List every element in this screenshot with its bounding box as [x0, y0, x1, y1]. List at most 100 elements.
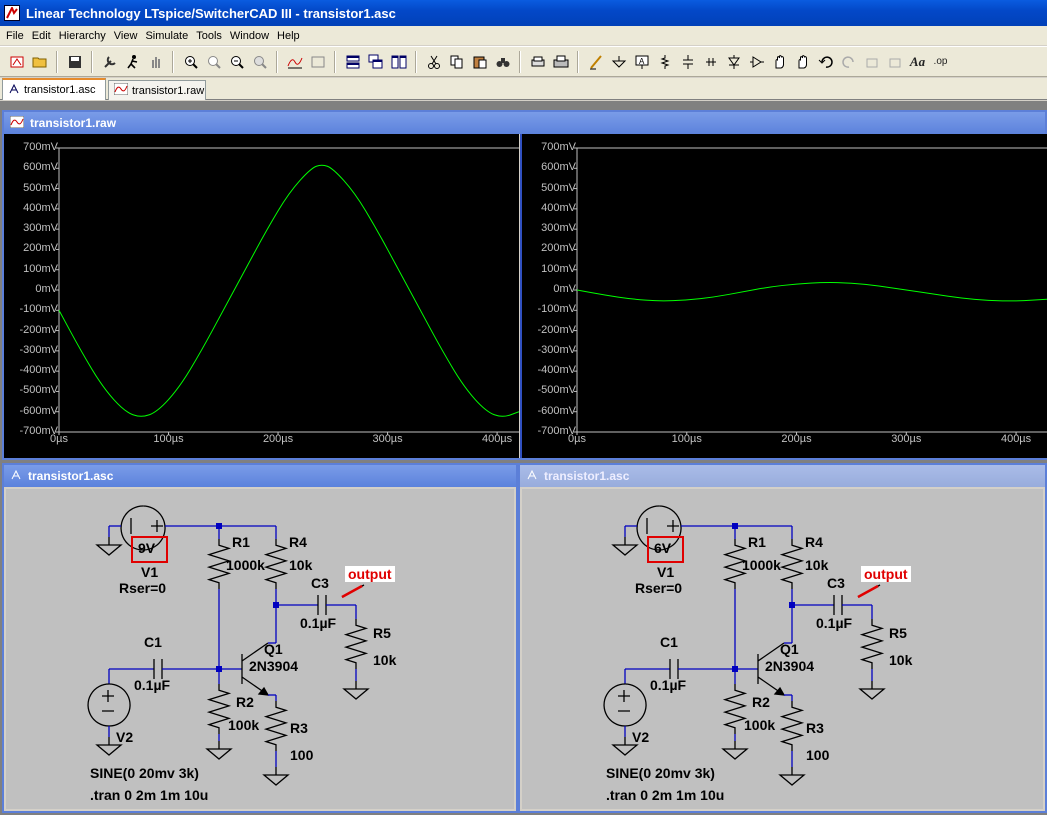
resistor-r4[interactable] [779, 539, 805, 589]
zoom-out-icon[interactable] [226, 51, 247, 72]
resistor-icon[interactable] [654, 51, 675, 72]
mirror-icon[interactable] [884, 51, 905, 72]
resistor-r3[interactable] [779, 701, 805, 751]
capacitor-c1[interactable] [669, 659, 679, 679]
drag-icon[interactable] [792, 51, 813, 72]
ground-symbol[interactable] [858, 681, 886, 700]
v2-polarity-mark[interactable] [102, 690, 114, 712]
open-icon[interactable] [6, 51, 27, 72]
save-icon[interactable] [64, 51, 85, 72]
menu-bar: File Edit Hierarchy View Simulate Tools … [0, 26, 1047, 45]
resistor-r5[interactable] [343, 619, 369, 669]
v2-source-symbol[interactable] [603, 683, 647, 727]
capacitor-c3[interactable] [833, 595, 843, 615]
menu-tools[interactable]: Tools [192, 30, 226, 42]
redo-icon[interactable] [838, 51, 859, 72]
trace-line[interactable] [576, 282, 1047, 302]
tab-waveform[interactable]: transistor1.raw [108, 80, 206, 100]
component-icon[interactable] [746, 51, 767, 72]
ground-icon[interactable] [608, 51, 629, 72]
menu-help[interactable]: Help [273, 30, 304, 42]
menu-hierarchy[interactable]: Hierarchy [55, 30, 110, 42]
schematic-canvas[interactable]: 6V V1 Rser=0 R1 1000k R4 10k C3 0.1µF output R5 10k… [522, 489, 1043, 809]
zoom-fit-icon[interactable] [249, 51, 270, 72]
run-icon[interactable] [122, 51, 143, 72]
diode-icon[interactable] [723, 51, 744, 72]
resistor-r4[interactable] [263, 539, 289, 589]
r3-name: R3 [806, 720, 824, 736]
resistor-r5[interactable] [859, 619, 885, 669]
paste-icon[interactable] [469, 51, 490, 72]
toolbar-separator [56, 50, 58, 73]
ground-symbol[interactable] [262, 767, 290, 786]
autorange-icon[interactable] [284, 51, 305, 72]
r2-name: R2 [752, 694, 770, 710]
schematic-window-2: transistor1.asc 6V V1 Rser=0 R1 1000k R4 10k C3… [518, 463, 1047, 813]
tab-schematic[interactable]: transistor1.asc [2, 78, 106, 100]
ground-symbol[interactable] [205, 741, 233, 760]
tab-label: transistor1.raw [132, 84, 205, 97]
r1-value: 1000k [226, 557, 265, 573]
schematic-window-title[interactable]: transistor1.asc [4, 465, 516, 487]
tile-vertical-icon[interactable] [388, 51, 409, 72]
v2-source-symbol[interactable] [87, 683, 131, 727]
print-icon[interactable] [550, 51, 571, 72]
plot-pane-2[interactable]: 700mV 600mV 500mV 400mV 300mV 200mV 100mV 0mV -1… [520, 134, 1047, 458]
document-tabs: transistor1.asc transistor1.raw [0, 78, 1047, 100]
print-preview-icon[interactable] [527, 51, 548, 72]
resistor-r3[interactable] [263, 701, 289, 751]
menu-file[interactable]: File [2, 30, 28, 42]
menu-simulate[interactable]: Simulate [141, 30, 192, 42]
label-icon[interactable]: A [631, 51, 652, 72]
v1-polarity-mark[interactable] [130, 518, 163, 534]
ground-symbol[interactable] [611, 537, 639, 556]
find-icon[interactable] [492, 51, 513, 72]
title-bar: Linear Technology LTspice/SwitcherCAD II… [0, 0, 1047, 26]
toolbar: A Aa .op [0, 46, 1047, 77]
menu-window[interactable]: Window [226, 30, 273, 42]
schematic-window-title[interactable]: transistor1.asc [520, 465, 1045, 487]
resistor-r2[interactable] [206, 684, 232, 734]
text-icon[interactable]: Aa [907, 51, 928, 72]
move-icon[interactable] [769, 51, 790, 72]
v1-rser: Rser=0 [119, 580, 167, 596]
output-label[interactable]: output [345, 566, 395, 582]
zoom-in-icon[interactable] [180, 51, 201, 72]
output-label[interactable]: output [861, 566, 911, 582]
v1-polarity-mark[interactable] [646, 518, 679, 534]
toolbar-separator [415, 50, 417, 73]
bode-icon[interactable] [307, 51, 328, 72]
trace-line[interactable] [58, 164, 519, 417]
ltspice-app-icon[interactable] [4, 5, 20, 21]
folder-icon[interactable] [29, 51, 50, 72]
inductor-icon[interactable] [700, 51, 721, 72]
capacitor-c1[interactable] [153, 659, 163, 679]
wire-icon[interactable] [585, 51, 606, 72]
resistor-r2[interactable] [722, 684, 748, 734]
q1-name: Q1 [264, 641, 283, 657]
halt-icon[interactable] [145, 51, 166, 72]
tile-horizontal-icon[interactable] [342, 51, 363, 72]
ground-symbol[interactable] [721, 741, 749, 760]
schematic-canvas[interactable]: 9V V1 Rser=0 R1 1000k R4 10k C3 0.1µF output R5 10k… [6, 489, 514, 809]
menu-edit[interactable]: Edit [28, 30, 55, 42]
plot-pane-1[interactable]: 700mV 600mV 500mV 400mV 300mV 200mV 100mV 0mV -1… [4, 134, 519, 458]
control-panel-icon[interactable] [99, 51, 120, 72]
ground-symbol[interactable] [342, 681, 370, 700]
r2-name: R2 [236, 694, 254, 710]
capacitor-icon[interactable] [677, 51, 698, 72]
ground-symbol[interactable] [95, 537, 123, 556]
cascade-icon[interactable] [365, 51, 386, 72]
zoom-pan-icon[interactable] [203, 51, 224, 72]
cut-icon[interactable] [423, 51, 444, 72]
menu-view[interactable]: View [110, 30, 142, 42]
v2-polarity-mark[interactable] [618, 690, 630, 712]
ground-symbol[interactable] [778, 767, 806, 786]
spice-directive-icon[interactable]: .op [930, 51, 951, 72]
capacitor-c3[interactable] [317, 595, 327, 615]
copy-icon[interactable] [446, 51, 467, 72]
rotate-icon[interactable] [861, 51, 882, 72]
waveform-window-title[interactable]: transistor1.raw [4, 112, 1045, 134]
undo-icon[interactable] [815, 51, 836, 72]
sine-spec: SINE(0 20mv 3k) [90, 765, 199, 781]
